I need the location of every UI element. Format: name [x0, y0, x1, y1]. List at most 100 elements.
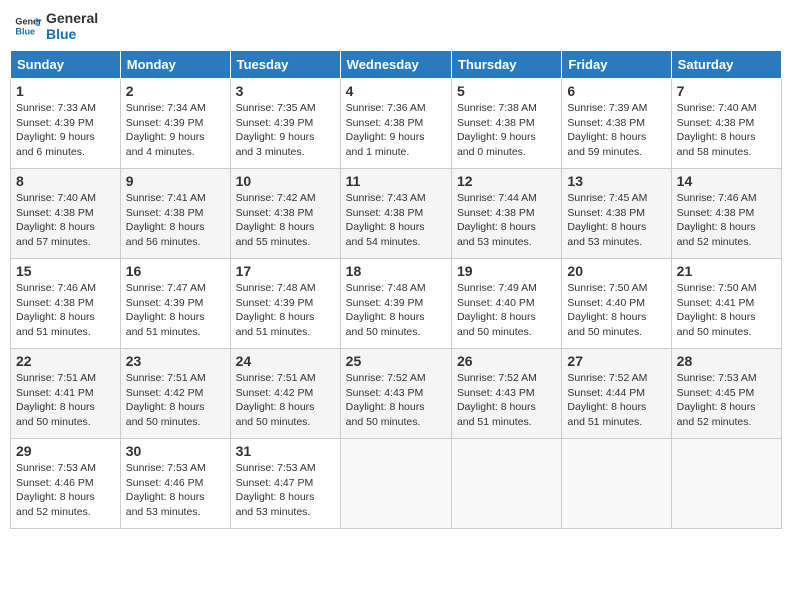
day-number: 28 — [677, 353, 776, 369]
day-info: Sunrise: 7:42 AM Sunset: 4:38 PM Dayligh… — [236, 191, 335, 250]
logo-general: General — [46, 10, 98, 26]
day-number: 14 — [677, 173, 776, 189]
day-info: Sunrise: 7:38 AM Sunset: 4:38 PM Dayligh… — [457, 101, 556, 160]
day-info: Sunrise: 7:51 AM Sunset: 4:41 PM Dayligh… — [16, 371, 115, 430]
day-cell-20: 20Sunrise: 7:50 AM Sunset: 4:40 PM Dayli… — [562, 259, 671, 349]
weekday-header-saturday: Saturday — [671, 51, 781, 79]
day-number: 6 — [567, 83, 665, 99]
empty-cell — [340, 439, 451, 529]
day-number: 4 — [346, 83, 446, 99]
calendar: SundayMondayTuesdayWednesdayThursdayFrid… — [10, 50, 782, 529]
week-row-1: 1 Sunrise: 7:33 AM Sunset: 4:39 PM Daylig… — [11, 79, 782, 169]
day-cell-15: 15Sunrise: 7:46 AM Sunset: 4:38 PM Dayli… — [11, 259, 121, 349]
day-number: 17 — [236, 263, 335, 279]
day-info: Sunrise: 7:52 AM Sunset: 4:44 PM Dayligh… — [567, 371, 665, 430]
day-cell-14: 14 Sunrise: 7:46 AM Sunset: 4:38 PM Dayli… — [671, 169, 781, 259]
day-info: Sunrise: 7:48 AM Sunset: 4:39 PM Dayligh… — [236, 281, 335, 340]
day-cell-8: 8Sunrise: 7:40 AM Sunset: 4:38 PM Daylig… — [11, 169, 121, 259]
day-cell-19: 19 Sunrise: 7:49 AM Sunset: 4:40 PM Dayli… — [451, 259, 561, 349]
day-cell-13: 13 Sunrise: 7:45 AM Sunset: 4:38 PM Dayli… — [562, 169, 671, 259]
svg-text:Blue: Blue — [15, 26, 35, 36]
day-cell-31: 31 Sunrise: 7:53 AM Sunset: 4:47 PM Dayli… — [230, 439, 340, 529]
day-cell-7: 7Sunrise: 7:40 AM Sunset: 4:38 PM Daylig… — [671, 79, 781, 169]
day-number: 23 — [126, 353, 225, 369]
day-number: 2 — [126, 83, 225, 99]
day-info: Sunrise: 7:53 AM Sunset: 4:47 PM Dayligh… — [236, 461, 335, 520]
weekday-header-wednesday: Wednesday — [340, 51, 451, 79]
empty-cell — [562, 439, 671, 529]
day-info: Sunrise: 7:53 AM Sunset: 4:46 PM Dayligh… — [126, 461, 225, 520]
day-info: Sunrise: 7:52 AM Sunset: 4:43 PM Dayligh… — [457, 371, 556, 430]
day-info: Sunrise: 7:46 AM Sunset: 4:38 PM Dayligh… — [16, 281, 115, 340]
day-cell-23: 23Sunrise: 7:51 AM Sunset: 4:42 PM Dayli… — [120, 349, 230, 439]
day-cell-21: 21 Sunrise: 7:50 AM Sunset: 4:41 PM Dayli… — [671, 259, 781, 349]
day-number: 20 — [567, 263, 665, 279]
empty-cell — [451, 439, 561, 529]
day-cell-5: 5 Sunrise: 7:38 AM Sunset: 4:38 PM Daylig… — [451, 79, 561, 169]
day-info: Sunrise: 7:40 AM Sunset: 4:38 PM Dayligh… — [16, 191, 115, 250]
day-cell-9: 9 Sunrise: 7:41 AM Sunset: 4:38 PM Daylig… — [120, 169, 230, 259]
day-number: 22 — [16, 353, 115, 369]
day-info: Sunrise: 7:36 AM Sunset: 4:38 PM Dayligh… — [346, 101, 446, 160]
day-info: Sunrise: 7:51 AM Sunset: 4:42 PM Dayligh… — [236, 371, 335, 430]
day-info: Sunrise: 7:35 AM Sunset: 4:39 PM Dayligh… — [236, 101, 335, 160]
day-info: Sunrise: 7:50 AM Sunset: 4:41 PM Dayligh… — [677, 281, 776, 340]
day-info: Sunrise: 7:45 AM Sunset: 4:38 PM Dayligh… — [567, 191, 665, 250]
day-cell-11: 11 Sunrise: 7:43 AM Sunset: 4:38 PM Dayli… — [340, 169, 451, 259]
day-info: Sunrise: 7:33 AM Sunset: 4:39 PM Dayligh… — [16, 101, 115, 160]
day-cell-3: 3 Sunrise: 7:35 AM Sunset: 4:39 PM Daylig… — [230, 79, 340, 169]
day-number: 10 — [236, 173, 335, 189]
day-number: 12 — [457, 173, 556, 189]
day-info: Sunrise: 7:49 AM Sunset: 4:40 PM Dayligh… — [457, 281, 556, 340]
day-number: 1 — [16, 83, 115, 99]
empty-cell — [671, 439, 781, 529]
day-info: Sunrise: 7:53 AM Sunset: 4:45 PM Dayligh… — [677, 371, 776, 430]
day-number: 7 — [677, 83, 776, 99]
day-cell-30: 30 Sunrise: 7:53 AM Sunset: 4:46 PM Dayli… — [120, 439, 230, 529]
day-info: Sunrise: 7:53 AM Sunset: 4:46 PM Dayligh… — [16, 461, 115, 520]
weekday-header-sunday: Sunday — [11, 51, 121, 79]
day-cell-22: 22 Sunrise: 7:51 AM Sunset: 4:41 PM Dayli… — [11, 349, 121, 439]
day-cell-25: 25Sunrise: 7:52 AM Sunset: 4:43 PM Dayli… — [340, 349, 451, 439]
day-number: 18 — [346, 263, 446, 279]
day-info: Sunrise: 7:47 AM Sunset: 4:39 PM Dayligh… — [126, 281, 225, 340]
weekday-header-thursday: Thursday — [451, 51, 561, 79]
day-info: Sunrise: 7:41 AM Sunset: 4:38 PM Dayligh… — [126, 191, 225, 250]
day-cell-12: 12Sunrise: 7:44 AM Sunset: 4:38 PM Dayli… — [451, 169, 561, 259]
week-row-4: 22 Sunrise: 7:51 AM Sunset: 4:41 PM Dayli… — [11, 349, 782, 439]
day-number: 5 — [457, 83, 556, 99]
day-info: Sunrise: 7:34 AM Sunset: 4:39 PM Dayligh… — [126, 101, 225, 160]
day-info: Sunrise: 7:43 AM Sunset: 4:38 PM Dayligh… — [346, 191, 446, 250]
day-number: 11 — [346, 173, 446, 189]
day-number: 16 — [126, 263, 225, 279]
day-number: 27 — [567, 353, 665, 369]
day-cell-26: 26Sunrise: 7:52 AM Sunset: 4:43 PM Dayli… — [451, 349, 561, 439]
weekday-header-friday: Friday — [562, 51, 671, 79]
day-cell-4: 4 Sunrise: 7:36 AM Sunset: 4:38 PM Daylig… — [340, 79, 451, 169]
logo-blue: Blue — [46, 26, 98, 42]
day-cell-29: 29 Sunrise: 7:53 AM Sunset: 4:46 PM Dayli… — [11, 439, 121, 529]
day-cell-10: 10 Sunrise: 7:42 AM Sunset: 4:38 PM Dayli… — [230, 169, 340, 259]
day-number: 25 — [346, 353, 446, 369]
day-number: 3 — [236, 83, 335, 99]
week-row-3: 15Sunrise: 7:46 AM Sunset: 4:38 PM Dayli… — [11, 259, 782, 349]
day-cell-1: 1 Sunrise: 7:33 AM Sunset: 4:39 PM Daylig… — [11, 79, 121, 169]
day-number: 30 — [126, 443, 225, 459]
day-cell-16: 16 Sunrise: 7:47 AM Sunset: 4:39 PM Dayli… — [120, 259, 230, 349]
day-info: Sunrise: 7:46 AM Sunset: 4:38 PM Dayligh… — [677, 191, 776, 250]
day-number: 31 — [236, 443, 335, 459]
day-number: 9 — [126, 173, 225, 189]
day-info: Sunrise: 7:48 AM Sunset: 4:39 PM Dayligh… — [346, 281, 446, 340]
day-number: 13 — [567, 173, 665, 189]
week-row-5: 29 Sunrise: 7:53 AM Sunset: 4:46 PM Dayli… — [11, 439, 782, 529]
day-info: Sunrise: 7:39 AM Sunset: 4:38 PM Dayligh… — [567, 101, 665, 160]
calendar-header-row: SundayMondayTuesdayWednesdayThursdayFrid… — [11, 51, 782, 79]
day-cell-24: 24 Sunrise: 7:51 AM Sunset: 4:42 PM Dayli… — [230, 349, 340, 439]
week-row-2: 8Sunrise: 7:40 AM Sunset: 4:38 PM Daylig… — [11, 169, 782, 259]
day-number: 21 — [677, 263, 776, 279]
weekday-header-tuesday: Tuesday — [230, 51, 340, 79]
day-number: 24 — [236, 353, 335, 369]
day-number: 19 — [457, 263, 556, 279]
day-number: 29 — [16, 443, 115, 459]
day-cell-18: 18 Sunrise: 7:48 AM Sunset: 4:39 PM Dayli… — [340, 259, 451, 349]
